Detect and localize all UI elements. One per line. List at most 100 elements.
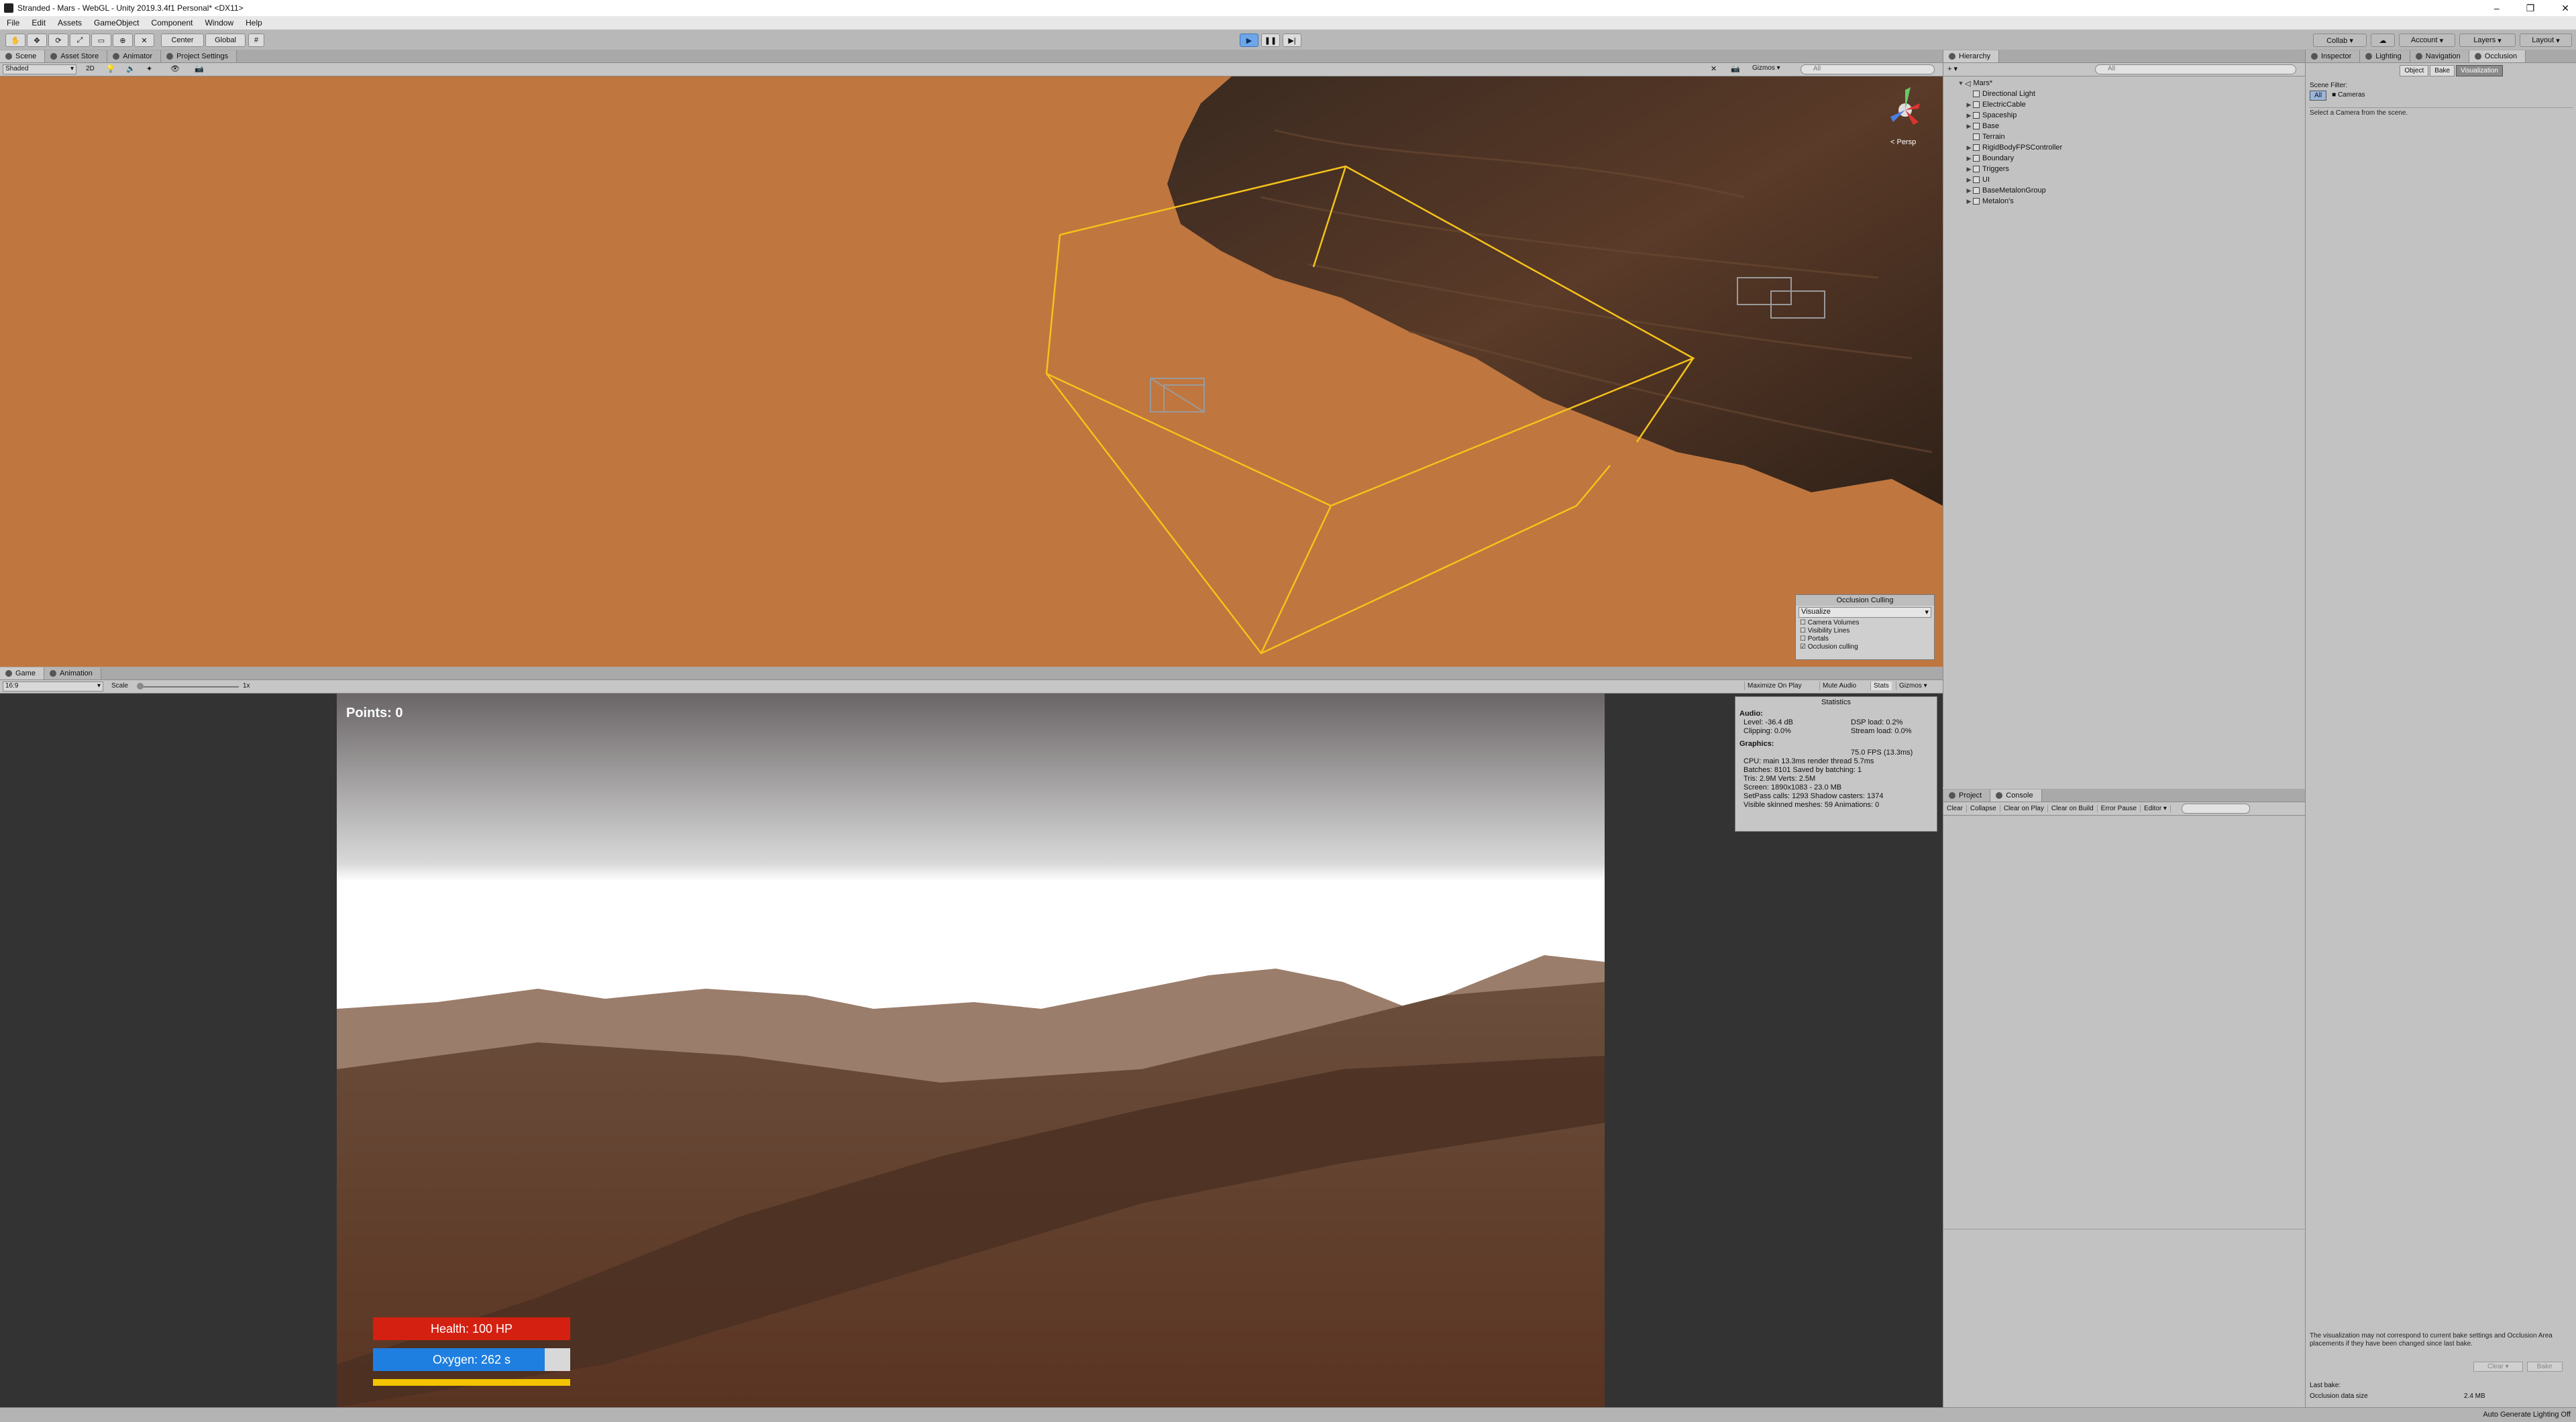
expand-arrow-icon[interactable]: ▶ <box>1965 144 1973 152</box>
game-viewport[interactable]: Points: 0 Health: 100 HP Oxygen: 262 s S… <box>0 694 1943 1407</box>
rotate-tool-button[interactable]: ⟳ <box>48 34 68 47</box>
game-gizmos-dropdown[interactable]: Gizmos ▾ <box>1896 681 1930 690</box>
visualization-mode-button[interactable]: Visualization <box>2456 64 2503 76</box>
expand-arrow-icon[interactable]: ▶ <box>1965 123 1973 130</box>
scene-camera-icon[interactable]: 📷 <box>195 64 204 73</box>
expand-arrow-icon[interactable]: ▶ <box>1965 187 1973 195</box>
2d-toggle[interactable]: 2D <box>86 65 95 72</box>
pivot-space-button[interactable]: Global <box>205 34 246 47</box>
console-search-input[interactable] <box>2181 804 2250 814</box>
scale-tool-button[interactable]: ⤢ <box>70 34 90 47</box>
expand-arrow-icon[interactable]: ▶ <box>1965 176 1973 184</box>
transform-tool-button[interactable]: ⊕ <box>113 34 133 47</box>
hierarchy-item[interactable]: ▶ Metalon's <box>1943 196 2306 207</box>
console-clear-button[interactable]: Clear <box>1943 805 1967 812</box>
persp-label[interactable]: < Persp <box>1890 138 1916 146</box>
expand-arrow-icon[interactable]: ▶ <box>1965 112 1973 119</box>
maximize-on-play-toggle[interactable]: Maximize On Play <box>1744 681 1805 690</box>
hierarchy-item[interactable]: Terrain <box>1943 131 2306 142</box>
scale-slider-handle[interactable] <box>137 683 144 690</box>
tab-inspector[interactable]: Inspector <box>2306 50 2361 62</box>
console-error-pause-toggle[interactable]: Error Pause <box>2098 805 2141 812</box>
lighting-toggle-icon[interactable]: 💡 <box>106 64 115 73</box>
step-button[interactable]: ▶| <box>1283 34 1301 47</box>
pause-button[interactable]: ❚❚ <box>1261 34 1280 47</box>
expand-arrow-icon[interactable]: ▶ <box>1965 166 1973 173</box>
expand-arrow-icon[interactable]: ▶ <box>1965 155 1973 162</box>
tab-scene[interactable]: Scene <box>0 50 46 62</box>
hierarchy-item[interactable]: ▶ BaseMetalonGroup <box>1943 185 2306 196</box>
console-clear-on-build-toggle[interactable]: Clear on Build <box>2048 805 2098 812</box>
portals-toggle[interactable]: ☐ Portals <box>1800 635 1934 643</box>
scene-viewport[interactable]: < Persp Occlusion Culling Visualize ▾ ☐ C… <box>0 76 1943 667</box>
clear-bake-button[interactable]: Clear ▾ <box>2473 1362 2523 1372</box>
filter-all-button[interactable]: All <box>2310 91 2327 101</box>
camera-settings-icon[interactable]: 📷 <box>1731 64 1740 73</box>
tab-occlusion[interactable]: Occlusion <box>2469 50 2526 62</box>
tab-hierarchy[interactable]: Hierarchy <box>1943 50 2000 62</box>
menu-component[interactable]: Component <box>151 18 193 28</box>
occlusion-culling-toggle[interactable]: ☑ Occlusion culling <box>1800 643 1934 651</box>
scale-slider[interactable] <box>138 686 239 688</box>
hierarchy-item[interactable]: ▶ Spaceship <box>1943 110 2306 121</box>
scene-gizmos-dropdown[interactable]: Gizmos ▾ <box>1752 64 1780 72</box>
audio-toggle-icon[interactable]: 🔈 <box>126 64 136 73</box>
tab-animator[interactable]: Animator <box>107 50 162 62</box>
hierarchy-item[interactable]: ▶ Base <box>1943 121 2306 131</box>
shading-mode-dropdown[interactable]: Shaded ▾ <box>3 64 76 74</box>
scene-orientation-gizmo[interactable] <box>1878 83 1932 137</box>
hierarchy-scene-root[interactable]: ▼ ◁ Mars* <box>1943 78 2306 89</box>
tools-icon[interactable]: ✕ <box>1711 64 1717 73</box>
play-button[interactable]: ▶ <box>1240 34 1258 47</box>
menu-help[interactable]: Help <box>246 18 262 28</box>
rect-tool-button[interactable]: ▭ <box>91 34 111 47</box>
scene-search-input[interactable]: All <box>1801 64 1935 74</box>
bake-mode-button[interactable]: Bake <box>2430 64 2455 76</box>
move-tool-button[interactable]: ✥ <box>27 34 47 47</box>
tab-animation[interactable]: Animation <box>44 667 101 679</box>
hierarchy-item[interactable]: Directional Light <box>1943 89 2306 99</box>
hierarchy-item[interactable]: ▶ Triggers <box>1943 164 2306 174</box>
auto-lighting-status[interactable]: Auto Generate Lighting Off <box>2483 1411 2571 1419</box>
mute-audio-toggle[interactable]: Mute Audio <box>1819 681 1859 690</box>
aspect-dropdown[interactable]: 16:9 ▾ <box>3 681 103 692</box>
stats-toggle[interactable]: Stats <box>1870 681 1892 690</box>
maximize-button[interactable]: ❐ <box>2526 3 2535 14</box>
create-dropdown[interactable]: + ▾ <box>1947 64 1957 73</box>
pivot-mode-button[interactable]: Center <box>161 34 204 47</box>
hierarchy-item[interactable]: ▶ UI <box>1943 174 2306 185</box>
effects-toggle-icon[interactable]: ✦ <box>146 64 152 73</box>
tab-project-settings[interactable]: Project Settings <box>161 50 237 62</box>
occlusion-mode-dropdown[interactable]: Visualize ▾ <box>1799 607 1931 618</box>
hierarchy-item[interactable]: ▶ RigidBodyFPSController <box>1943 142 2306 153</box>
custom-tool-button[interactable]: ✕ <box>134 34 154 47</box>
layout-dropdown[interactable]: Layout ▾ <box>2520 34 2572 47</box>
filter-cameras-button[interactable]: ■ Cameras <box>2329 91 2367 101</box>
tab-lighting[interactable]: Lighting <box>2360 50 2410 62</box>
layers-dropdown[interactable]: Layers ▾ <box>2459 34 2516 47</box>
menu-file[interactable]: File <box>7 18 19 28</box>
bake-button[interactable]: Bake <box>2526 1362 2563 1372</box>
menu-window[interactable]: Window <box>205 18 233 28</box>
snap-button[interactable]: # <box>248 34 264 47</box>
tab-console[interactable]: Console <box>1990 789 2042 802</box>
tab-project[interactable]: Project <box>1943 789 1991 802</box>
close-button[interactable]: ✕ <box>2561 3 2569 14</box>
menu-gameobject[interactable]: GameObject <box>94 18 139 28</box>
console-collapse-toggle[interactable]: Collapse <box>1967 805 2000 812</box>
menu-edit[interactable]: Edit <box>32 18 46 28</box>
console-clear-on-play-toggle[interactable]: Clear on Play <box>2000 805 2048 812</box>
tab-asset-store[interactable]: Asset Store <box>45 50 108 62</box>
hierarchy-item[interactable]: ▶ ElectricCable <box>1943 99 2306 110</box>
services-button[interactable]: ☁ <box>2371 34 2395 47</box>
minimize-button[interactable]: – <box>2494 3 2500 13</box>
tab-navigation[interactable]: Navigation <box>2410 50 2469 62</box>
collab-button[interactable]: Collab ▾ <box>2313 34 2367 47</box>
hierarchy-item[interactable]: ▶ Boundary <box>1943 153 2306 164</box>
menu-assets[interactable]: Assets <box>58 18 82 28</box>
visibility-lines-toggle[interactable]: ☐ Visibility Lines <box>1800 627 1934 635</box>
hierarchy-search-input[interactable]: All <box>2095 64 2296 74</box>
expand-arrow-icon[interactable]: ▶ <box>1965 198 1973 205</box>
object-mode-button[interactable]: Object <box>2400 64 2429 76</box>
hidden-objects-icon[interactable]: 👁 <box>170 64 180 73</box>
